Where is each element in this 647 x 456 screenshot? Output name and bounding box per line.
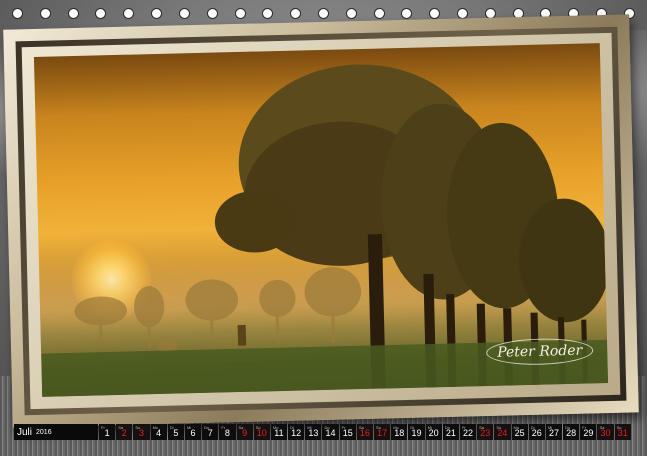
- calendar-day: So 31: [614, 424, 631, 440]
- calendar-day: Fr 1: [99, 424, 116, 440]
- calendar-day: Fr 8: [219, 424, 236, 440]
- weekday-label: Do: [204, 425, 210, 430]
- calendar-day: So 17: [374, 424, 391, 440]
- calendar-day: Di 26: [528, 424, 545, 440]
- calendar-day: Sa 9: [236, 424, 253, 440]
- binding-ring: [345, 8, 357, 19]
- binding-ring: [373, 8, 385, 19]
- calendar-day: Sa 16: [356, 424, 373, 440]
- hunting-stand: [237, 324, 247, 346]
- weekday-label: Sa: [358, 425, 364, 430]
- weekday-label: Mi: [307, 425, 312, 430]
- weekday-label: Mo: [393, 425, 399, 430]
- weekday-label: Di: [290, 425, 294, 430]
- calendar-day: Mi 20: [425, 424, 442, 440]
- calendar-day: So 10: [253, 424, 270, 440]
- day-number: 5: [173, 428, 179, 438]
- weekday-label: Do: [565, 425, 571, 430]
- binding-ring: [429, 8, 441, 19]
- calendar-day: Mo 18: [391, 424, 408, 440]
- calendar-strip: Juli 2016 Fr 1 Sa 2 So 3 Mo 4 Di 5 Mi 6 Do 7 Fr 8 Sa 9 So 1…: [14, 424, 631, 440]
- binding-ring: [123, 8, 135, 19]
- weekday-label: Fr: [341, 425, 346, 430]
- binding-ring: [457, 8, 468, 19]
- day-number: 8: [224, 428, 230, 438]
- binding-ring: [290, 8, 302, 19]
- calendar-day: Fr 15: [339, 424, 356, 440]
- calendar-day: Mo 4: [150, 424, 167, 440]
- weekday-label: Mo: [152, 425, 159, 430]
- calendar-day: Do 28: [563, 424, 580, 440]
- calendar-day: Di 19: [408, 424, 425, 440]
- binding-ring: [39, 8, 51, 19]
- weekday-label: Di: [169, 425, 174, 430]
- calendar-day: Mo 25: [511, 424, 528, 440]
- weekday-label: Fr: [582, 425, 587, 430]
- calendar-day: Mi 13: [305, 424, 322, 440]
- binding-ring: [67, 8, 79, 19]
- calendar-day: Mi 27: [545, 424, 563, 440]
- weekday-label: So: [135, 425, 141, 430]
- binding-ring: [262, 8, 274, 19]
- distant-trees: [74, 267, 362, 353]
- weekday-label: Do: [444, 425, 450, 430]
- calendar-day: Di 12: [288, 424, 305, 440]
- day-number: 6: [190, 428, 196, 438]
- day-number: 1: [104, 428, 110, 438]
- calendar-day: Sa 30: [597, 424, 614, 440]
- weekday-label: Di: [530, 425, 535, 430]
- weekday-label: Sa: [238, 425, 244, 430]
- weekday-label: Fr: [461, 425, 466, 430]
- frame-mat: Peter Roder: [21, 32, 621, 410]
- calendar-day: So 24: [494, 424, 511, 440]
- weekday-label: So: [616, 425, 622, 430]
- weekday-label: So: [255, 425, 261, 430]
- weekday-label: Sa: [118, 425, 124, 430]
- binding-ring: [95, 8, 107, 19]
- weekday-label: Sa: [479, 425, 485, 430]
- weekday-label: Fr: [101, 425, 105, 430]
- weekday-label: Do: [324, 425, 330, 430]
- calendar-day: Sa 23: [477, 424, 494, 440]
- calendar-day: Do 7: [202, 424, 219, 440]
- calendar-day: Di 5: [167, 424, 184, 440]
- weekday-label: So: [496, 425, 502, 430]
- binding-ring: [151, 8, 163, 19]
- weekday-label: Mo: [513, 425, 520, 430]
- landscape-photo: Peter Roder: [33, 43, 609, 397]
- weekday-label: Sa: [599, 425, 605, 430]
- weekday-label: Mi: [186, 425, 192, 430]
- month-name: Juli: [17, 426, 33, 438]
- frame-inner-border: Peter Roder: [15, 26, 627, 416]
- weekday-label: Mi: [427, 425, 432, 430]
- calendar-page: Peter Roder Juli 2016 Fr 1 Sa 2 So 3 Mo 4 Di 5 Mi 6…: [0, 0, 647, 456]
- calendar-day: Fr 22: [459, 424, 477, 440]
- year-label: 2016: [36, 428, 52, 436]
- binding-ring: [234, 8, 246, 19]
- calendar-day: So 3: [133, 424, 150, 440]
- calendar-day: Mi 6: [184, 424, 202, 440]
- binding-ring: [401, 8, 413, 19]
- weekday-label: Di: [410, 425, 415, 430]
- calendar-day: Sa 2: [116, 424, 133, 440]
- calendar-day: Fr 29: [580, 424, 597, 440]
- picture-frame: Peter Roder: [3, 14, 639, 428]
- binding-ring: [178, 8, 190, 19]
- binding-ring: [12, 8, 23, 19]
- weekday-label: Mi: [547, 425, 553, 430]
- calendar-day: Do 14: [322, 424, 339, 440]
- binding-ring: [317, 8, 329, 19]
- month-label: Juli 2016: [14, 424, 98, 440]
- calendar-day: Mo 11: [270, 424, 288, 440]
- weekday-label: Fr: [221, 425, 226, 430]
- weekday-label: Mo: [272, 425, 279, 430]
- binding-ring: [206, 8, 218, 19]
- calendar-day: Do 21: [442, 424, 459, 440]
- weekday-label: So: [376, 425, 381, 430]
